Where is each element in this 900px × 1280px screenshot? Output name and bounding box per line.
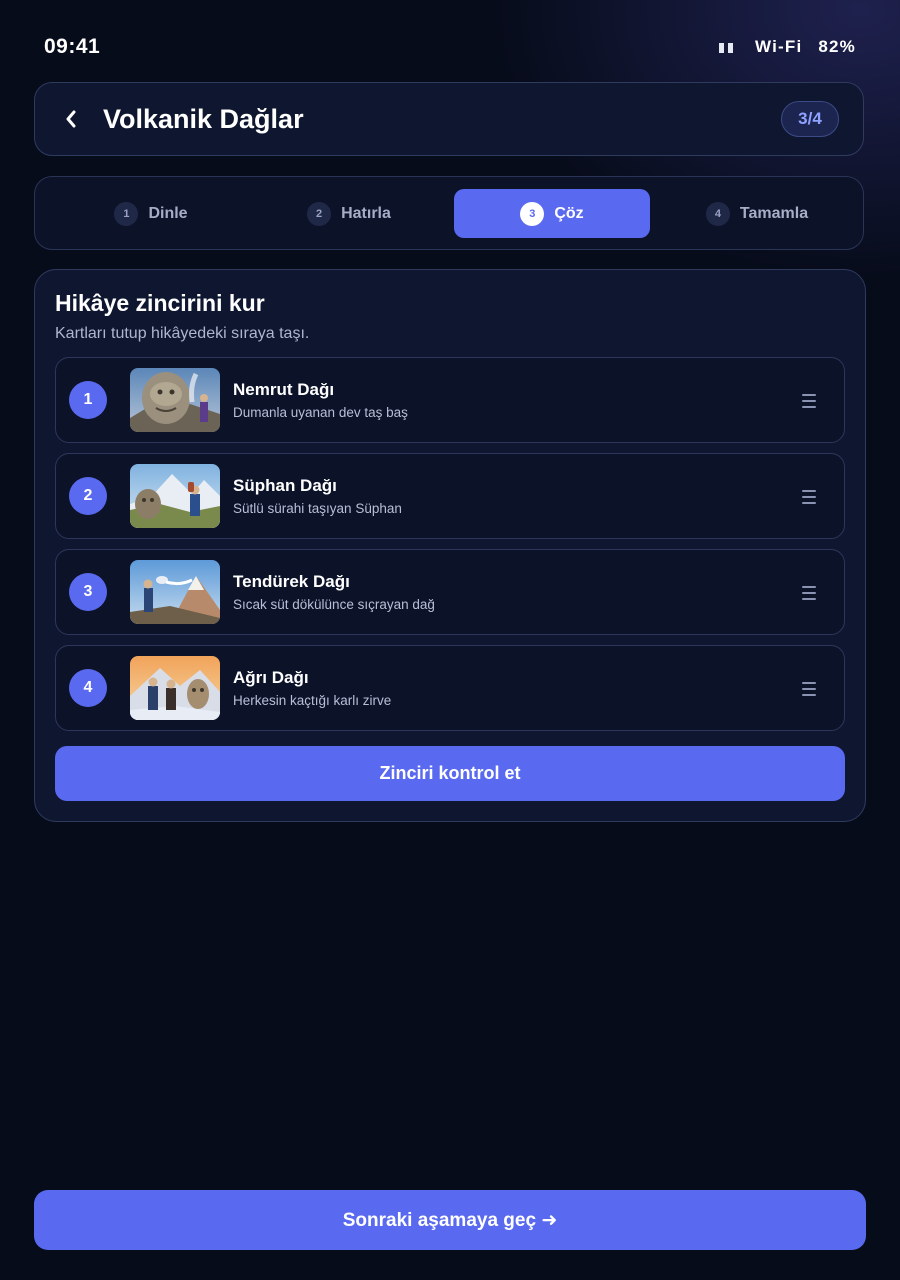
item-description: Sıcak süt dökülünce sıçrayan dağ <box>233 597 435 612</box>
item-description: Herkesin kaçtığı karlı zirve <box>233 693 392 708</box>
drag-handle-icon[interactable] <box>802 586 816 600</box>
drag-handle-icon[interactable] <box>802 490 816 504</box>
story-card-tendurek[interactable]: 3 Tendürek Dağı Sıcak süt dökülünce sıçr… <box>55 549 845 635</box>
tendurek-thumbnail <box>130 560 220 624</box>
step-number: 2 <box>307 201 332 226</box>
step-number: 1 <box>114 201 139 226</box>
step-coz[interactable]: 3 Çöz <box>454 189 650 238</box>
step-dinle[interactable]: 1 Dinle <box>53 189 249 238</box>
back-button[interactable] <box>39 108 103 130</box>
puzzle-title: Hikâye zincirini kur <box>55 290 265 316</box>
step-label: Tamamla <box>739 204 809 222</box>
signal-icon <box>718 41 733 53</box>
story-card-nemrut[interactable]: 1 Nemrut Dağı Dumanla uyanan dev taş baş <box>55 357 845 443</box>
battery-label: 82% <box>818 37 856 56</box>
item-description: Dumanla uyanan dev taş baş <box>233 405 408 420</box>
progress-badge: 3/4 <box>781 101 839 137</box>
item-name: Süphan Dağı <box>233 476 337 495</box>
nemrut-thumbnail <box>130 368 220 432</box>
next-stage-button[interactable]: Sonraki aşamaya geç ➜ <box>34 1190 866 1250</box>
status-bar: 09:41 Wi-Fi 82% <box>44 34 856 60</box>
step-number: 3 <box>520 201 545 226</box>
item-name: Nemrut Dağı <box>233 380 335 399</box>
step-number: 4 <box>705 201 730 226</box>
step-label: Hatırla <box>341 204 391 222</box>
order-badge: 2 <box>69 477 107 515</box>
check-chain-button[interactable]: Zinciri kontrol et <box>55 746 845 801</box>
puzzle-card: Hikâye zincirini kur Kartları tutup hikâ… <box>34 269 866 822</box>
agri-thumbnail <box>130 656 220 720</box>
status-time: 09:41 <box>44 35 101 58</box>
suphan-thumbnail <box>130 464 220 528</box>
drag-handle-icon[interactable] <box>802 682 816 696</box>
status-indicators: Wi-Fi 82% <box>718 37 856 57</box>
step-hatirla[interactable]: 2 Hatırla <box>251 189 447 238</box>
order-badge: 4 <box>69 669 107 707</box>
puzzle-subtitle: Kartları tutup hikâyedeki sıraya taşı. <box>55 325 310 342</box>
order-badge: 1 <box>69 381 107 419</box>
chevron-left-icon <box>66 110 76 128</box>
network-label: Wi-Fi <box>754 37 803 56</box>
step-label: Çöz <box>554 204 584 222</box>
story-card-suphan[interactable]: 2 Süphan Dağı Sütlü sürahi taşıyan Süpha… <box>55 453 845 539</box>
story-card-agri[interactable]: 4 Ağrı Dağı Herkesin kaçtığı karlı zirve <box>55 645 845 731</box>
header-bar: Volkanik Dağlar 3/4 <box>34 82 864 156</box>
order-badge: 3 <box>69 573 107 611</box>
item-name: Ağrı Dağı <box>233 668 309 687</box>
stage-stepper: 1 Dinle 2 Hatırla 3 Çöz 4 Tamamla <box>34 176 864 250</box>
item-name: Tendürek Dağı <box>233 572 350 591</box>
step-label: Dinle <box>148 204 188 222</box>
item-description: Sütlü sürahi taşıyan Süphan <box>233 501 402 516</box>
step-tamamla[interactable]: 4 Tamamla <box>659 189 855 238</box>
drag-handle-icon[interactable] <box>802 394 816 408</box>
page-title: Volkanik Dağlar <box>103 103 304 134</box>
